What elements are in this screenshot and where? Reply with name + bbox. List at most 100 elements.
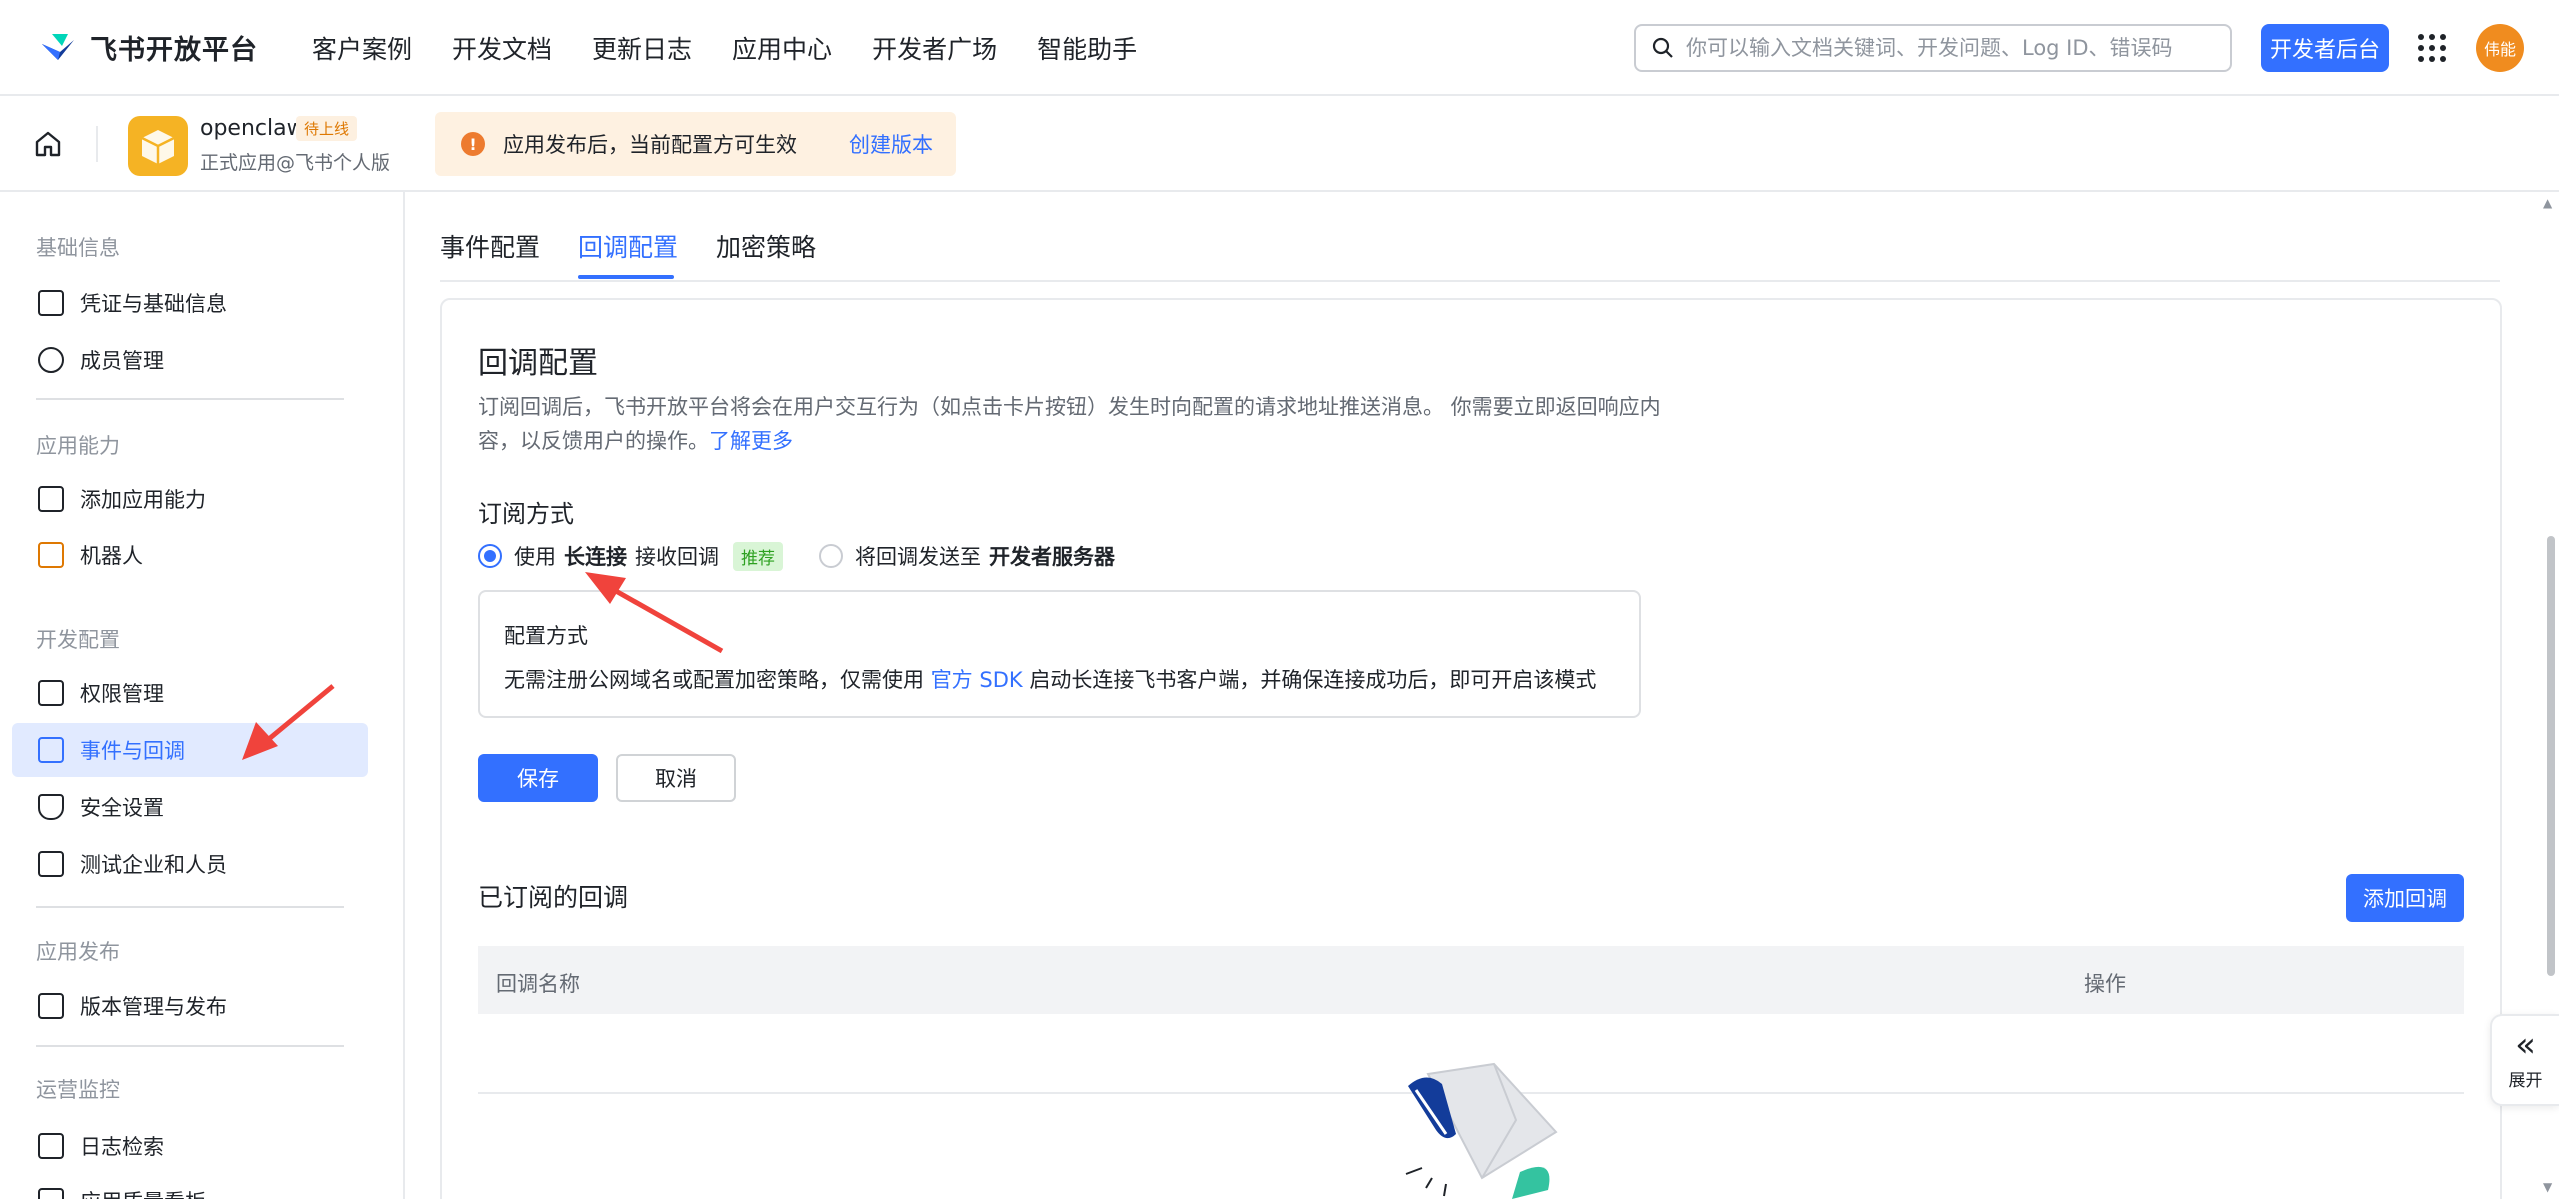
- permission-icon: [38, 680, 64, 706]
- add-callback-button[interactable]: 添加回调: [2346, 874, 2464, 922]
- scroll-down-icon[interactable]: ▼: [2543, 1180, 2552, 1194]
- dev-console-button[interactable]: 开发者后台: [2261, 24, 2389, 72]
- option-dev-server-prefix: 将回调发送至: [855, 545, 981, 569]
- robot-icon: [38, 542, 64, 568]
- option-long-connection-bold: 长连接: [564, 545, 627, 569]
- app-header: openclaw 待上线 正式应用@飞书个人版 ! 应用发布后，当前配置方可生效…: [0, 96, 2559, 192]
- apps-grid-icon[interactable]: [2418, 34, 2446, 62]
- subscribed-callbacks-title: 已订阅的回调: [478, 883, 629, 912]
- app-status-badge: 待上线: [296, 116, 358, 141]
- tab-encryption[interactable]: 加密策略: [716, 228, 816, 264]
- sidebar-item-event-callback[interactable]: 事件与回调: [12, 723, 368, 777]
- sidebar-item-label: 应用质量看板: [80, 1186, 206, 1199]
- column-header-name: 回调名称: [496, 972, 580, 996]
- cancel-button[interactable]: 取消: [616, 754, 736, 802]
- sidebar-item-label: 机器人: [80, 544, 143, 568]
- sidebar-group-monitoring: 运营监控: [36, 1078, 120, 1102]
- box-icon: [141, 130, 175, 164]
- save-button[interactable]: 保存: [478, 754, 598, 802]
- app-ability-icon: [38, 486, 64, 512]
- double-chevron-left-icon: «: [2515, 1024, 2536, 1065]
- config-mode-title: 配置方式: [504, 624, 588, 648]
- sidebar-item-label: 凭证与基础信息: [80, 292, 227, 316]
- app-icon: [128, 116, 188, 176]
- sidebar-item-quality[interactable]: 应用质量看板: [12, 1174, 368, 1199]
- sidebar-group-abilities: 应用能力: [36, 434, 120, 458]
- sidebar-item-label: 版本管理与发布: [80, 995, 227, 1019]
- config-mode-box: 配置方式 无需注册公网域名或配置加密策略，仅需使用 官方 SDK 启动长连接飞书…: [478, 590, 1641, 718]
- sidebar-item-label: 成员管理: [80, 349, 164, 373]
- logo[interactable]: 飞书开放平台: [38, 28, 258, 67]
- config-text-part1: 无需注册公网域名或配置加密策略，仅需使用: [504, 668, 924, 692]
- test-icon: [38, 851, 64, 877]
- nav-link-dev-plaza[interactable]: 开发者广场: [872, 30, 997, 66]
- feishu-logo-icon: [42, 33, 74, 60]
- sidebar-item-credentials[interactable]: 凭证与基础信息: [12, 276, 368, 330]
- nav-link-app-center[interactable]: 应用中心: [732, 30, 832, 66]
- nav-link-cases[interactable]: 客户案例: [312, 30, 412, 66]
- divider: [96, 126, 98, 162]
- page-title: 回调配置: [478, 346, 598, 381]
- sidebar-item-add-ability[interactable]: 添加应用能力: [12, 472, 368, 526]
- sidebar-item-log-search[interactable]: 日志检索: [12, 1119, 368, 1173]
- callbacks-table-header: 回调名称 操作: [478, 946, 2464, 1014]
- sidebar-item-security[interactable]: 安全设置: [12, 780, 368, 834]
- config-text-part2: 启动长连接飞书客户端，并确保连接成功后，即可开启该模式: [1029, 668, 1597, 692]
- sidebar-item-label: 添加应用能力: [80, 488, 206, 512]
- option-long-connection-prefix: 使用: [514, 545, 556, 569]
- subscribe-mode-options: 使用 长连接 接收回调 推荐 将回调发送至 开发者服务器: [478, 540, 1123, 572]
- app-name: openclaw: [200, 116, 305, 141]
- subscribe-mode-label: 订阅方式: [478, 500, 574, 528]
- avatar[interactable]: 伟能: [2476, 24, 2524, 72]
- search-input[interactable]: [1686, 36, 2206, 60]
- option-dev-server-bold: 开发者服务器: [989, 545, 1115, 569]
- learn-more-link[interactable]: 了解更多: [709, 429, 793, 453]
- radio-dev-server[interactable]: [819, 544, 843, 568]
- top-navbar: 飞书开放平台 客户案例 开发文档 更新日志 应用中心 开发者广场 智能助手 开发…: [0, 0, 2559, 96]
- sidebar-group-basic: 基础信息: [36, 236, 120, 260]
- sidebar-item-label: 事件与回调: [80, 739, 185, 763]
- member-icon: [38, 347, 64, 373]
- security-icon: [38, 794, 64, 820]
- credential-icon: [38, 290, 64, 316]
- sidebar-item-permissions[interactable]: 权限管理: [12, 666, 368, 720]
- sidebar-item-robot[interactable]: 机器人: [12, 528, 368, 582]
- radio-long-connection[interactable]: [478, 544, 502, 568]
- quality-icon: [38, 1188, 64, 1199]
- active-tab-indicator: [578, 275, 674, 279]
- scroll-up-icon[interactable]: ▲: [2543, 196, 2552, 210]
- sidebar-item-members[interactable]: 成员管理: [12, 333, 368, 387]
- column-header-action: 操作: [2084, 972, 2126, 996]
- version-icon: [38, 993, 64, 1019]
- event-callback-icon: [38, 737, 64, 763]
- logo-text: 飞书开放平台: [90, 35, 258, 66]
- tab-callback-config[interactable]: 回调配置: [578, 228, 678, 264]
- nav-links: 客户案例 开发文档 更新日志 应用中心 开发者广场 智能助手: [312, 0, 1137, 96]
- sidebar-item-label: 权限管理: [80, 682, 164, 706]
- warning-icon: !: [461, 132, 485, 156]
- tab-event-config[interactable]: 事件配置: [440, 228, 540, 264]
- search-icon: [1652, 37, 1673, 58]
- recommended-badge: 推荐: [733, 541, 783, 571]
- nav-link-changelog[interactable]: 更新日志: [592, 30, 692, 66]
- callback-description: 订阅回调后，飞书开放平台将会在用户交互行为（如点击卡片按钮）发生时向配置的请求地…: [478, 390, 1678, 458]
- sidebar-group-release: 应用发布: [36, 940, 120, 964]
- sidebar-item-test-tenant[interactable]: 测试企业和人员: [12, 837, 368, 891]
- sidebar-group-dev-config: 开发配置: [36, 628, 120, 652]
- sidebar: 基础信息 凭证与基础信息 成员管理 应用能力 添加应用能力 机器人 开发配置 权…: [0, 192, 405, 1199]
- nav-link-docs[interactable]: 开发文档: [452, 30, 552, 66]
- home-icon[interactable]: [32, 128, 64, 160]
- official-sdk-link[interactable]: 官方 SDK: [931, 668, 1023, 692]
- sidebar-item-version[interactable]: 版本管理与发布: [12, 979, 368, 1033]
- config-tabs: 事件配置 回调配置 加密策略: [440, 214, 2500, 282]
- nav-link-assistant[interactable]: 智能助手: [1037, 30, 1137, 66]
- sidebar-item-label: 安全设置: [80, 796, 164, 820]
- app-subtitle: 正式应用@飞书个人版: [200, 152, 391, 174]
- scrollbar-thumb[interactable]: [2547, 536, 2555, 976]
- publish-notice: ! 应用发布后，当前配置方可生效 创建版本: [435, 112, 956, 176]
- create-version-link[interactable]: 创建版本: [849, 129, 933, 159]
- expand-label: 展开: [2508, 1070, 2543, 1091]
- sidebar-divider: [36, 1045, 344, 1047]
- search-box[interactable]: [1634, 24, 2232, 72]
- sidebar-item-label: 测试企业和人员: [80, 853, 227, 877]
